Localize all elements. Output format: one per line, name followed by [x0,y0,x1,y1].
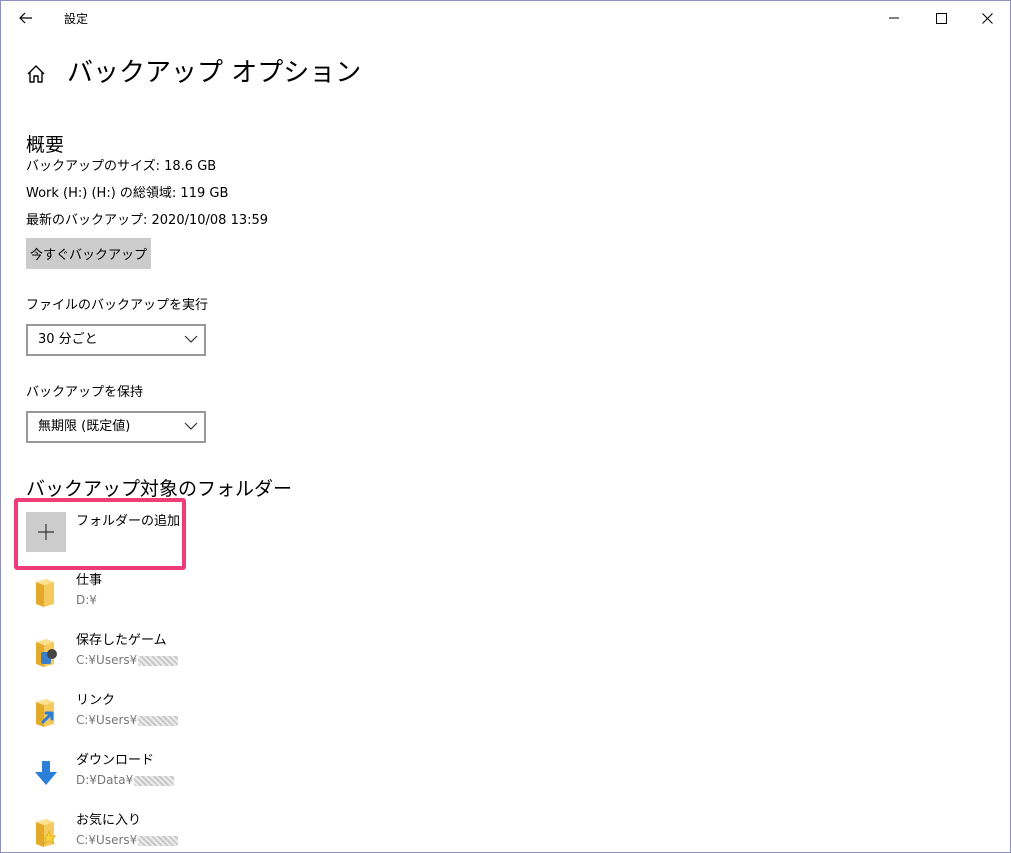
folder-name: 保存したゲーム [76,633,167,648]
chevron-down-icon [184,335,198,343]
chevron-down-icon [184,422,198,430]
folder-path: D:¥Data¥ [76,772,175,788]
backup-frequency-value: 30 分ごと [38,332,98,347]
close-icon [981,12,993,24]
favorites-folder-icon [36,819,57,847]
folder-name: ダウンロード [76,753,155,768]
backup-now-button[interactable]: 今すぐバックアップ [26,238,151,269]
redacted-username [138,835,179,846]
close-button[interactable] [964,1,1010,35]
title-bar: 設定 [1,1,1010,35]
folder-item-downloads[interactable]: ダウンロード D:¥Data¥ [26,752,326,796]
folder-item-saved-games[interactable]: 保存したゲーム C:¥Users¥ [26,632,326,676]
backup-size-text: バックアップのサイズ: 18.6 GB [26,159,217,174]
folder-path: C:¥Users¥ [76,712,179,728]
folder-name: お気に入り [76,813,142,828]
add-tile [26,512,66,552]
plus-icon [38,524,54,540]
backup-frequency-label: ファイルのバックアップを実行 [26,298,209,313]
home-icon[interactable] [25,63,47,85]
overview-heading: 概要 [26,134,65,156]
redacted-username [134,775,175,786]
maximize-icon [935,12,947,24]
folder-item-work[interactable]: 仕事 D:¥ [26,572,326,616]
backup-frequency-dropdown[interactable]: 30 分ごと [26,324,206,356]
folder-path: C:¥Users¥ [76,832,179,848]
folder-path: D:¥ [76,593,97,607]
keep-backups-label: バックアップを保持 [26,385,144,400]
folder-icon [36,579,54,607]
settings-window: 設定 バックアップ オプション 概要 バックアップのサイズ: 18.6 GB W… [0,0,1011,853]
folder-path: C:¥Users¥ [76,652,179,668]
folder-name: リンク [76,693,116,708]
maximize-button[interactable] [918,1,964,35]
add-folder-button[interactable]: フォルダーの追加 [26,512,180,552]
links-folder-icon [36,699,54,727]
folder-item-links[interactable]: リンク C:¥Users¥ [26,692,326,736]
redacted-username [138,655,179,666]
saved-games-folder-icon [36,639,57,667]
folder-name: 仕事 [76,573,103,588]
window-title: 設定 [64,12,89,26]
minimize-icon [889,17,899,19]
minimize-button[interactable] [871,1,917,35]
folder-item-favorites[interactable]: お気に入り C:¥Users¥ [26,812,326,852]
keep-backups-value: 無期限 (既定値) [38,419,131,434]
add-folder-label: フォルダーの追加 [76,514,181,529]
back-arrow-icon [19,12,32,24]
back-button[interactable] [11,4,41,32]
downloads-icon [35,761,57,785]
latest-backup-text: 最新のバックアップ: 2020/10/08 13:59 [26,213,269,228]
keep-backups-dropdown[interactable]: 無期限 (既定値) [26,411,206,443]
total-space-text: Work (H:) (H:) の総領域: 119 GB [26,186,229,201]
redacted-username [138,715,179,726]
page-title: バックアップ オプション [67,58,362,88]
